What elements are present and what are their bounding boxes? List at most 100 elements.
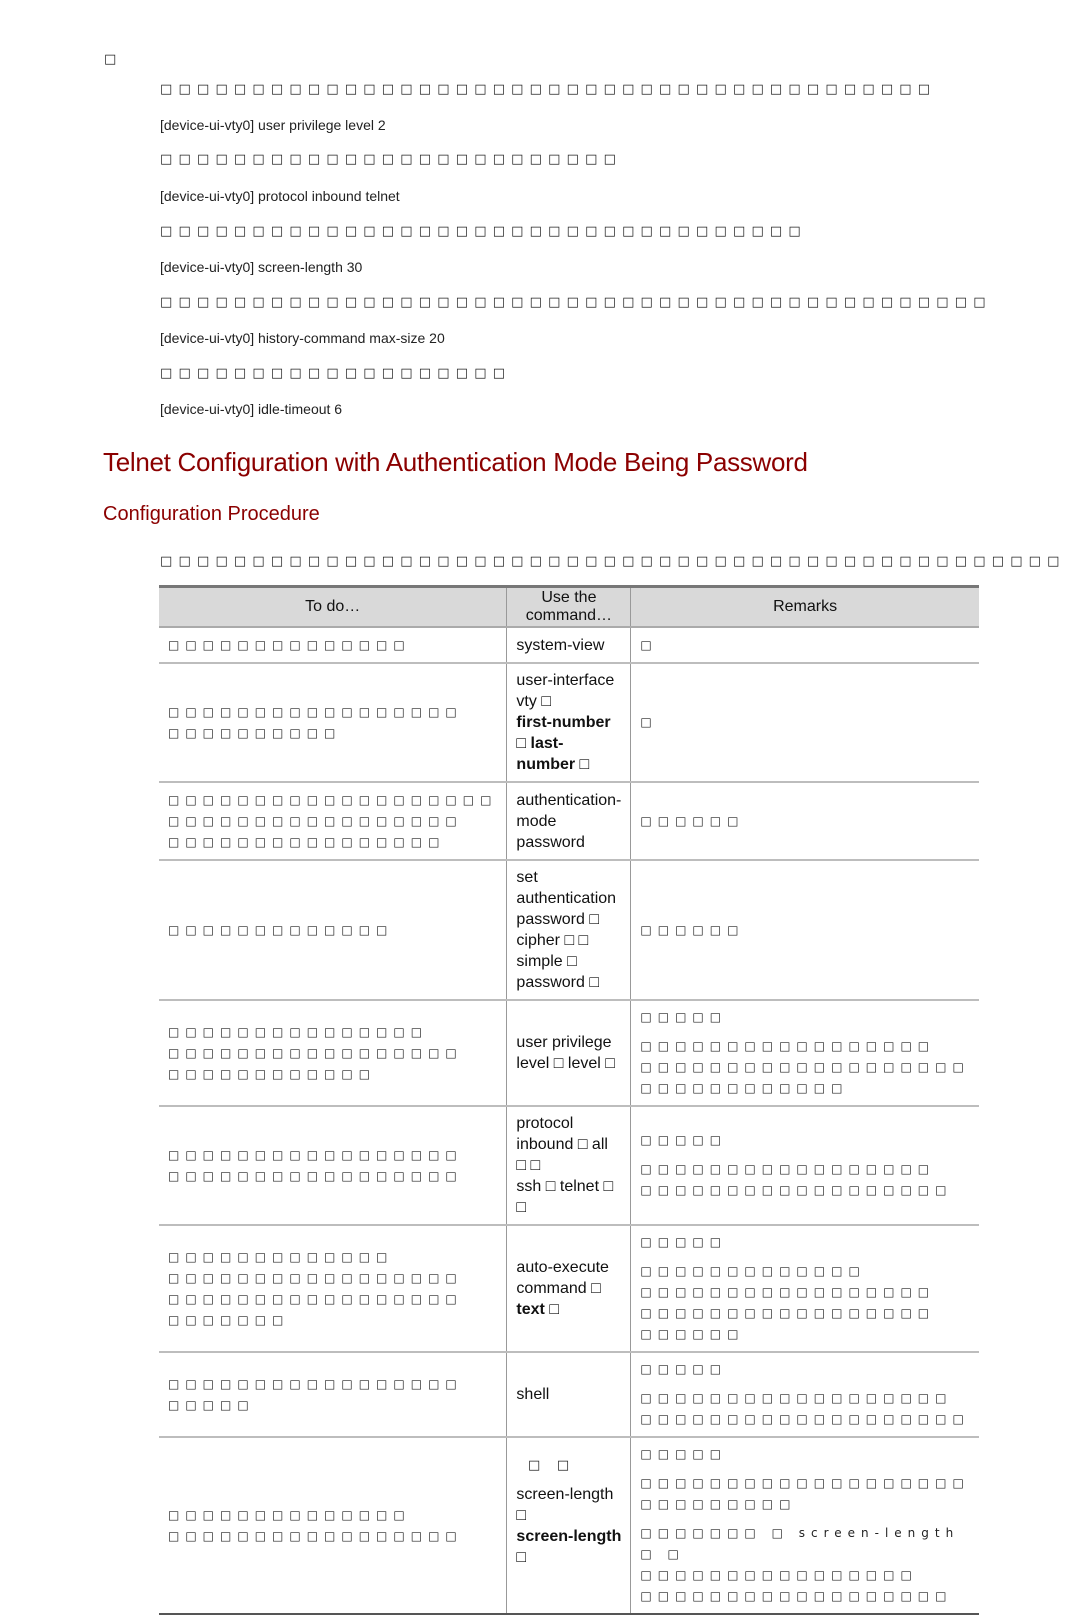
todo-text: □□□□□ [168, 1397, 255, 1412]
todo-text: □□□□□□□□□□□□□ [168, 922, 394, 937]
command-cell: authentication-mode password [506, 782, 631, 861]
todo-text: □□□□□□□□□□□□□ [168, 1249, 394, 1264]
command-cell: user-interface vty □ first-number □ last-… [506, 663, 631, 783]
todo-text: □□□□□□□□□□□□□□□□□ [168, 1168, 463, 1183]
command-cell: shell [506, 1352, 631, 1438]
table-row: □□□□□□□□□□□□□□□□□ □□□□□□□□□□ user-interfac… [159, 663, 979, 783]
remarks-text: □ [640, 715, 658, 729]
step-description: □□□□□□□□□□□□□□□□□□□ [160, 366, 512, 381]
command-text: ssh □ telnet □ □ [516, 1178, 614, 1216]
command-cell: set authentication password □ cipher □ □ s… [506, 860, 631, 1001]
step-description: □□□□□□□□□□□□□□□□□□□□□□□□□ [160, 152, 623, 167]
remarks-text: □□□□□ [640, 1133, 728, 1147]
todo-text: □□□□□□□□□□□□□□□□ [168, 834, 446, 849]
command-text: protocol inbound □ all □ □ [516, 1115, 608, 1174]
table-row: □□□□□□□□□□□□□□ system-view □ [159, 627, 979, 664]
column-header-todo: To do… [159, 585, 507, 628]
command-text: first-number □ last-number □ [516, 714, 611, 773]
remarks-text: □□□□□□□□□□□□□ □□□□□□□□□□□□□□□□□ □□□□□□□□… [640, 1264, 936, 1341]
command-text: screen-length □ [516, 1527, 622, 1566]
command-text: user privilege level □ level □ [516, 1034, 615, 1072]
todo-cell: □□□□□□□□□□□□□□□□□□□□□□□□□□□□□□□□□□□□□□□□… [159, 1000, 507, 1107]
command-text: authentication-mode [516, 791, 622, 830]
bullet-marker: □ [104, 52, 123, 67]
todo-text: □□□□□□□□□□□□□□□□□□□ [168, 792, 498, 807]
todo-text: □□□□□□□□□□□□ [168, 1066, 377, 1081]
remarks-text: □□□□□ [640, 1235, 728, 1249]
table-row: □□□□□□□□□□□□□□□□□□□□□□□□□□□□□□□□□□□□□□□□… [159, 782, 979, 861]
step-description: □□□□□□□□□□□□□□□□□□□□□□□□□□□□□□□□□□□□□□□□… [160, 295, 992, 310]
table-row: □□□□□□□□□□□□□□□□□□□□□□□□□□□□□□□□□□□□□□□□… [159, 1225, 979, 1353]
command-text: text □ [516, 1301, 559, 1318]
command-text: password [516, 833, 585, 851]
todo-cell: □□□□□□□□□□□□□□□□□□□□□□□□□□□□□□□□□□□□□□□□… [159, 782, 507, 861]
command-text: simple □ password □ [516, 953, 600, 991]
todo-text: □□□□□□□□□□□□□□□□□ [168, 1270, 463, 1285]
remarks-text: □□□□□□□□□□□□□□□□□ □□□□□□□□□□□□□□□□□□□ □□… [640, 1039, 970, 1095]
todo-text: □□□□□□□□□□□□□□□□□ [168, 1147, 463, 1162]
subsection-heading: Configuration Procedure [103, 503, 320, 525]
remarks-text: □□□□□□ [640, 922, 745, 937]
todo-cell: □□□□□□□□□□□□□□ [159, 627, 507, 664]
remarks-text: □ [640, 637, 658, 652]
command-text: screen-length □ [516, 1485, 614, 1524]
todo-text: □□□□□□□□□□□□□□□□□ [168, 1045, 463, 1060]
remarks-text: □□□□□□□□□□□□□□□□□□ □□□□□□□□□□□□□□□□□□□ [640, 1391, 970, 1426]
remarks-text: □□□□□□□□□□□□□□□□□□□ □□□□□□□□□ [640, 1476, 970, 1511]
todo-text: □□□□□□□ [168, 1312, 290, 1327]
command-text: shell [516, 1386, 550, 1403]
column-header-command: Use the command… [506, 585, 631, 628]
command-cell: system-view [506, 627, 631, 664]
remarks-cell: □ [630, 663, 979, 783]
section-heading: Telnet Configuration with Authentication… [103, 447, 808, 477]
remarks-text: □□□□□ [640, 1362, 728, 1376]
todo-text: □□□□□□□□□□ [168, 725, 342, 740]
remarks-text: □□□□□□ [640, 813, 745, 828]
table-row: □□□□□□□□□□□□□ set authentication password … [159, 860, 979, 1001]
remarks-cell: □□□□□ □□□□□□□□□□□□□□□□□ □□□□□□□□□□□□□□□□□… [630, 1106, 979, 1226]
remarks-text: □□□□□□□ □ screen-length □ □ □□□□□□□□□□□□… [640, 1526, 960, 1603]
todo-text: □□□□□□□□□□□□□□ [168, 637, 411, 652]
table-row: □□□□□□□□□□□□□□□□□ □□□□□ shell □□□□□ □□□□□□□□… [159, 1352, 979, 1438]
intro-text: □□□□□□□□□□□□□□□□□□□□□□□□□□□□□□□□□□□□□□□□… [160, 554, 1066, 569]
table-row: □□□□□□□□□□□□□□□□□□□□□□□□□□□□□□□□□□□□□□□□… [159, 1000, 979, 1107]
table-header-row: To do… Use the command… Remarks [159, 585, 979, 628]
todo-cell: □□□□□□□□□□□□□□□□□ □□□□□□□□□□ [159, 663, 507, 783]
todo-text: □□□□□□□□□□□□□□□□□ [168, 1291, 463, 1306]
remarks-cell: □□□□□□ [630, 860, 979, 1001]
command-text: auto-execute command □ [516, 1259, 609, 1297]
step-command: [device-ui-vty0] screen-length 30 [160, 259, 363, 275]
remarks-text: □□□□□□□□□□□□□□□□□ □□□□□□□□□□□□□□□□□□ [640, 1162, 953, 1197]
todo-text: □□□□□□□□□□□□□□□□□ [168, 813, 463, 828]
todo-text: □□□□□□□□□□□□□□□ [168, 1024, 429, 1039]
step-command: [device-ui-vty0] user privilege level 2 [160, 117, 386, 133]
remarks-cell: □ [630, 627, 979, 664]
command-text: set authentication [516, 869, 617, 907]
todo-cell: □□□□□□□□□□□□□□□□□□□□□□□□□□□□□□□□□□□□□□□□… [159, 1225, 507, 1353]
command-cell: protocol inbound □ all □ □ ssh □ telnet □… [506, 1106, 631, 1226]
column-header-remarks: Remarks [630, 585, 979, 628]
todo-text: □□□□□□□□□□□□□□ [168, 1507, 411, 1522]
todo-text: □□□□□□□□□□□□□□□□□ [168, 1528, 463, 1543]
todo-cell: □□□□□□□□□□□□□□□□□ □□□□□□□□□□□□□□□□□ [159, 1106, 507, 1226]
command-text: user-interface vty □ [516, 672, 615, 710]
command-cell: auto-execute command □ text □ [506, 1225, 631, 1353]
todo-text: □□□□□□□□□□□□□□□□□ [168, 1376, 463, 1391]
todo-text: □□□□□□□□□□□□□□□□□ [168, 704, 463, 719]
page-number: □ □ [528, 1458, 576, 1473]
remarks-cell: □□□□□ □□□□□□□□□□□□□□□□□□□ □□□□□□□□□ □□□□□□… [630, 1437, 979, 1615]
todo-cell: □□□□□□□□□□□□□□□□□ □□□□□ [159, 1352, 507, 1438]
remarks-cell: □□□□□ □□□□□□□□□□□□□ □□□□□□□□□□□□□□□□□ □□□… [630, 1225, 979, 1353]
remarks-cell: □□□□□ □□□□□□□□□□□□□□□□□□ □□□□□□□□□□□□□□□□… [630, 1352, 979, 1438]
remarks-cell: □□□□□ □□□□□□□□□□□□□□□□□ □□□□□□□□□□□□□□□□□… [630, 1000, 979, 1107]
remarks-text: □□□□□ [640, 1010, 728, 1024]
step-command: [device-ui-vty0] history-command max-siz… [160, 330, 445, 346]
step-command: [device-ui-vty0] protocol inbound telnet [160, 188, 400, 204]
step-command: [device-ui-vty0] idle-timeout 6 [160, 401, 343, 417]
step-description: □□□□□□□□□□□□□□□□□□□□□□□□□□□□□□□□□□□ [160, 224, 807, 239]
todo-cell: □□□□□□□□□□□□□ [159, 860, 507, 1001]
remarks-cell: □□□□□□ [630, 782, 979, 861]
command-text: password □ cipher □ □ [516, 911, 600, 949]
command-text: system-view [516, 636, 605, 654]
todo-cell: □□□□□□□□□□□□□□ □□□□□□□□□□□□□□□□□ [159, 1437, 507, 1615]
